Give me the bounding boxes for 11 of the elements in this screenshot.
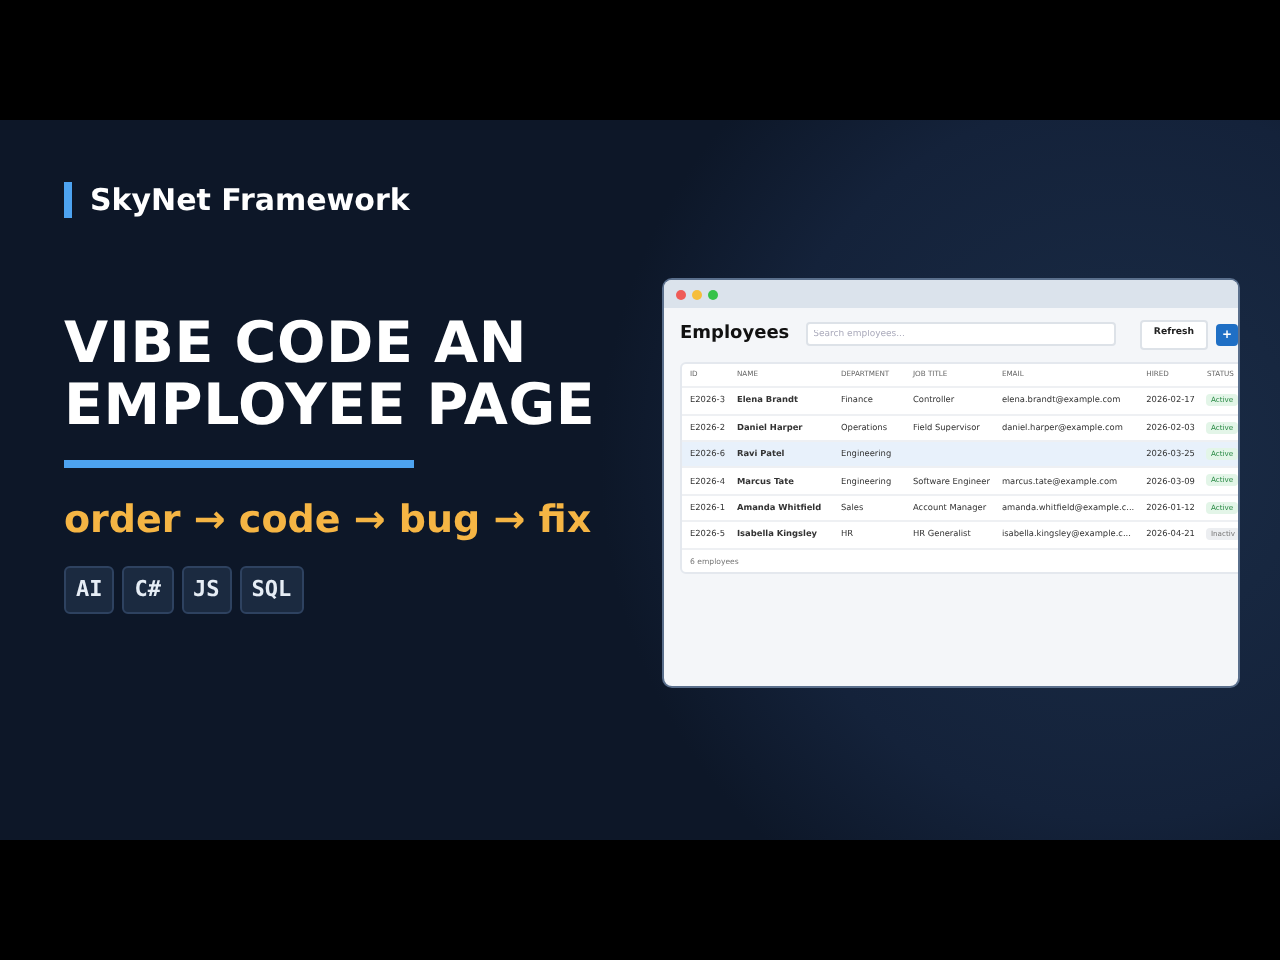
tech-tag: AI [64, 565, 115, 614]
headline: VIBE CODE AN EMPLOYEE PAGE [64, 312, 598, 436]
page-title: Employees [680, 321, 790, 348]
subtitle: order → code → bug → fix [64, 496, 594, 546]
brand-title: SkyNet Framework [64, 182, 410, 218]
tech-tag: JS [181, 565, 232, 614]
tech-tag: SQL [239, 565, 304, 614]
close-dot-icon[interactable] [676, 289, 686, 299]
tech-tag: C# [122, 565, 173, 614]
minimize-dot-icon[interactable] [692, 289, 702, 299]
maximize-dot-icon[interactable] [708, 289, 718, 299]
